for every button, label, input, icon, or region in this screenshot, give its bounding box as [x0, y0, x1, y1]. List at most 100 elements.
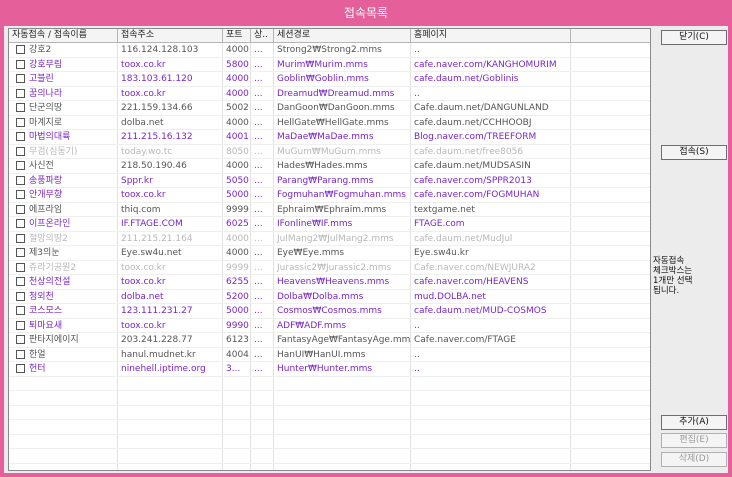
column-header-status[interactable]: 상..	[251, 29, 274, 42]
auto-connect-checkbox[interactable]	[16, 59, 25, 69]
connection-name: 단군의땅	[29, 103, 63, 113]
edit-button[interactable]: 편집(E)	[661, 433, 727, 448]
table-row[interactable]: 송풍파랑 Sppr.kr 5050... Parang₩Parang.mms cafe.…	[9, 174, 650, 188]
auto-connect-checkbox[interactable]	[16, 204, 25, 214]
auto-connect-checkbox[interactable]	[16, 146, 25, 156]
table-row[interactable]: 청외천 dolba.net 5200... Dolba₩Dolba.mms mud.DO…	[9, 290, 650, 304]
auto-connect-checkbox[interactable]	[16, 248, 25, 257]
connection-port: 4001	[226, 132, 249, 142]
auto-connect-checkbox[interactable]	[16, 88, 25, 98]
auto-connect-checkbox[interactable]	[16, 132, 25, 141]
auto-connect-checkbox[interactable]	[16, 364, 25, 373]
table-row[interactable]: 고블린 183.103.61.120 4000... Goblin₩Goblin.mm…	[9, 72, 650, 87]
auto-connect-checkbox[interactable]	[16, 74, 25, 83]
table-row[interactable]: 강호2 116.124.128.103 4000... Strong2₩Strong2…	[9, 43, 650, 58]
column-header-name[interactable]: 자동접속 / 접속이름	[9, 29, 118, 42]
homepage: cafe.daum.net/Goblinis	[414, 74, 519, 84]
table-row[interactable]: 꿈의나라 toox.co.kr 4000... Dreamud₩Dreamud.mms…	[9, 87, 650, 101]
note-line: 됩니다.	[653, 286, 680, 296]
connection-port: 5000	[226, 306, 249, 316]
auto-connect-checkbox[interactable]	[16, 103, 25, 112]
auto-connect-checkbox[interactable]	[16, 233, 25, 243]
table-row[interactable]: 쥬라기공원2 toox.co.kr 9999... Jurassic2₩Jurassi…	[9, 261, 650, 275]
connection-name: 청외천	[29, 291, 54, 302]
connection-name: 고블린	[29, 74, 54, 84]
connection-status: ...	[254, 291, 263, 302]
auto-connect-checkbox[interactable]	[16, 291, 25, 301]
column-header-session-path[interactable]: 세션경로	[274, 29, 411, 42]
auto-connect-checkbox[interactable]	[16, 320, 25, 330]
table-row[interactable]: 제3의눈 Eye.sw4u.net 4000... Eye₩Eye.mms Eye.sw…	[9, 246, 650, 261]
connection-port: 9990	[226, 320, 249, 331]
connection-name: 헌터	[29, 364, 46, 374]
auto-connect-checkbox[interactable]	[16, 349, 25, 359]
connection-port: 4000	[226, 248, 249, 258]
auto-connect-checkbox[interactable]	[16, 175, 25, 185]
column-header-homepage[interactable]: 홈페이지	[411, 29, 571, 42]
auto-connect-checkbox[interactable]	[16, 262, 25, 272]
auto-connect-checkbox[interactable]	[16, 277, 25, 286]
connection-status: ...	[254, 349, 263, 360]
table-row[interactable]: 이프온라인 IF.FTAGE.COM 6025... IFonline₩IF.mms F…	[9, 217, 650, 232]
connection-status: ...	[254, 59, 263, 70]
auto-connect-checkbox[interactable]	[16, 306, 25, 315]
empty-row	[9, 435, 650, 449]
table-row[interactable]: 한얼 hanul.mudnet.kr 4004... HanUI₩HanUI.mms.…	[9, 348, 650, 362]
table-row[interactable]: 절망의땅2 211.215.21.164 4000... JulMang2₩JulMa…	[9, 232, 650, 246]
close-button[interactable]: 닫기(C)	[661, 30, 727, 45]
connection-status: ...	[254, 146, 263, 157]
connection-name: 천상의전설	[29, 277, 71, 287]
connection-address: toox.co.kr	[121, 190, 166, 200]
auto-connect-checkbox[interactable]	[16, 117, 25, 127]
table-row[interactable]: 마법의대륙 211.215.16.132 4001... MaDae₩MaDae.mm…	[9, 130, 650, 145]
auto-connect-checkbox[interactable]	[16, 45, 25, 54]
connection-address: today.wo.tc	[121, 146, 173, 157]
homepage: ..	[414, 45, 420, 55]
connection-address: toox.co.kr	[121, 59, 166, 70]
table-row[interactable]: 안개무향 toox.co.kr 5000... Fogmuhan₩Fogmuhan.m…	[9, 188, 650, 203]
column-header-address[interactable]: 접속주소	[118, 29, 223, 42]
session-path: Strong2₩Strong2.mms	[277, 45, 382, 55]
auto-connect-checkbox[interactable]	[16, 335, 25, 344]
table-row[interactable]: 단군의땅 221.159.134.66 5002... DanGoon₩DanGoon…	[9, 101, 650, 116]
session-path: Cosmos₩Cosmos.mms	[277, 306, 382, 316]
auto-connect-checkbox[interactable]	[16, 161, 25, 170]
connection-address: 221.159.134.66	[121, 103, 193, 113]
table-row[interactable]: 사신전 218.50.190.46 4000... Hades₩Hades.mms ca…	[9, 159, 650, 174]
empty-row	[9, 420, 650, 435]
session-path: Hades₩Hades.mms	[277, 161, 368, 171]
connection-address: 218.50.190.46	[121, 161, 187, 171]
table-row[interactable]: 헌터 ninehell.iptime.org 3...... Hunter₩Hunte…	[9, 362, 650, 377]
table-row[interactable]: 천상의전설 toox.co.kr 6255... Heavens₩Heavens.mm…	[9, 275, 650, 290]
add-button[interactable]: 추가(A)	[661, 415, 727, 430]
table-row[interactable]: 에프라임 thiq.com 9999... Ephraim₩Ephraim.mms te…	[9, 203, 650, 217]
table-row[interactable]: 코스모스 123.111.231.27 5000... Cosmos₩Cosmos.m…	[9, 304, 650, 319]
connection-status: ...	[254, 45, 263, 55]
connection-status: ...	[254, 204, 263, 215]
connection-status: ...	[254, 88, 263, 99]
table-row[interactable]: 무검(심동기) today.wo.tc 8050... MuGum₩MuGum.mms…	[9, 145, 650, 159]
connection-port: 9999	[226, 262, 249, 273]
auto-connect-checkbox[interactable]	[16, 190, 25, 199]
session-path: Dreamud₩Dreamud.mms	[277, 88, 395, 99]
connection-port: 4000	[226, 161, 249, 171]
connect-button[interactable]: 접속(S)	[661, 145, 727, 160]
connection-address: 123.111.231.27	[121, 306, 193, 316]
session-path: MuGum₩MuGum.mms	[277, 146, 381, 157]
table-row[interactable]: 퇴마요새 toox.co.kr 9990... ADF₩ADF.mms..	[9, 319, 650, 333]
connection-port: 8050	[226, 146, 249, 157]
table-row[interactable]: 강호무림 toox.co.kr 5800... Murim₩Murim.mms cafe…	[9, 58, 650, 72]
connection-port: 6025	[226, 219, 249, 229]
table-row[interactable]: 판타지에이지 203.241.228.77 6123... FantasyAge₩Fa…	[9, 333, 650, 348]
connection-port: 6123	[226, 335, 249, 345]
column-header-port[interactable]: 포트	[223, 29, 251, 42]
connection-address: 211.215.16.132	[121, 132, 193, 142]
note-line: 자동접속	[653, 256, 685, 266]
delete-button[interactable]: 삭제(D)	[661, 452, 727, 467]
table-row[interactable]: 마계지로 dolba.net 4000... HellGate₩HellGate.mm…	[9, 116, 650, 130]
connection-address: 203.241.228.77	[121, 335, 193, 345]
connection-list[interactable]: 자동접속 / 접속이름 접속주소 포트 상.. 세션경로 홈페이지 강호2 116…	[8, 28, 651, 471]
note-line: 1개만 선택	[653, 276, 693, 286]
connection-status: ...	[254, 364, 263, 374]
auto-connect-checkbox[interactable]	[16, 219, 25, 228]
